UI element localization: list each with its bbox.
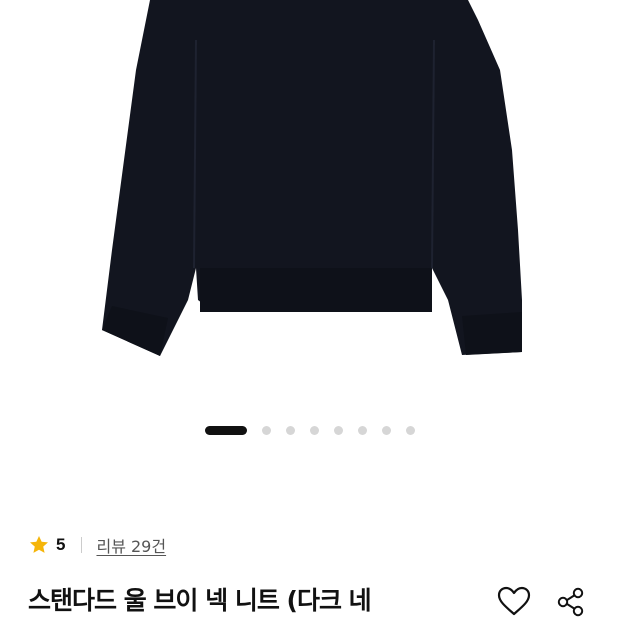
sweater-hem-rib [200,268,432,312]
rating-row: 5 리뷰 29건 [28,533,166,557]
rating-divider [81,537,83,553]
carousel-dot[interactable] [310,426,319,435]
sweater-photo [102,0,522,356]
carousel-dot[interactable] [262,426,271,435]
product-title-row: 스탠다드 울 브이 넥 니트 (다크 네 [28,584,620,620]
carousel-dot-active[interactable] [205,426,247,435]
share-icon [557,587,584,617]
product-image[interactable] [0,0,620,410]
heart-icon [497,586,531,616]
review-count-link[interactable]: 리뷰 29건 [96,533,166,557]
carousel-dot[interactable] [286,426,295,435]
star-icon [30,536,48,553]
carousel-dot[interactable] [406,426,415,435]
carousel-dot[interactable] [382,426,391,435]
sweater-cuff-right [462,312,522,355]
rating-value: 5 [56,535,66,554]
carousel-dot[interactable] [334,426,343,435]
carousel-dot[interactable] [358,426,367,435]
image-carousel-indicator [0,424,620,436]
like-button[interactable] [496,586,532,620]
share-button[interactable] [553,586,589,620]
product-title: 스탠다드 울 브이 넥 니트 (다크 네 [28,586,372,615]
